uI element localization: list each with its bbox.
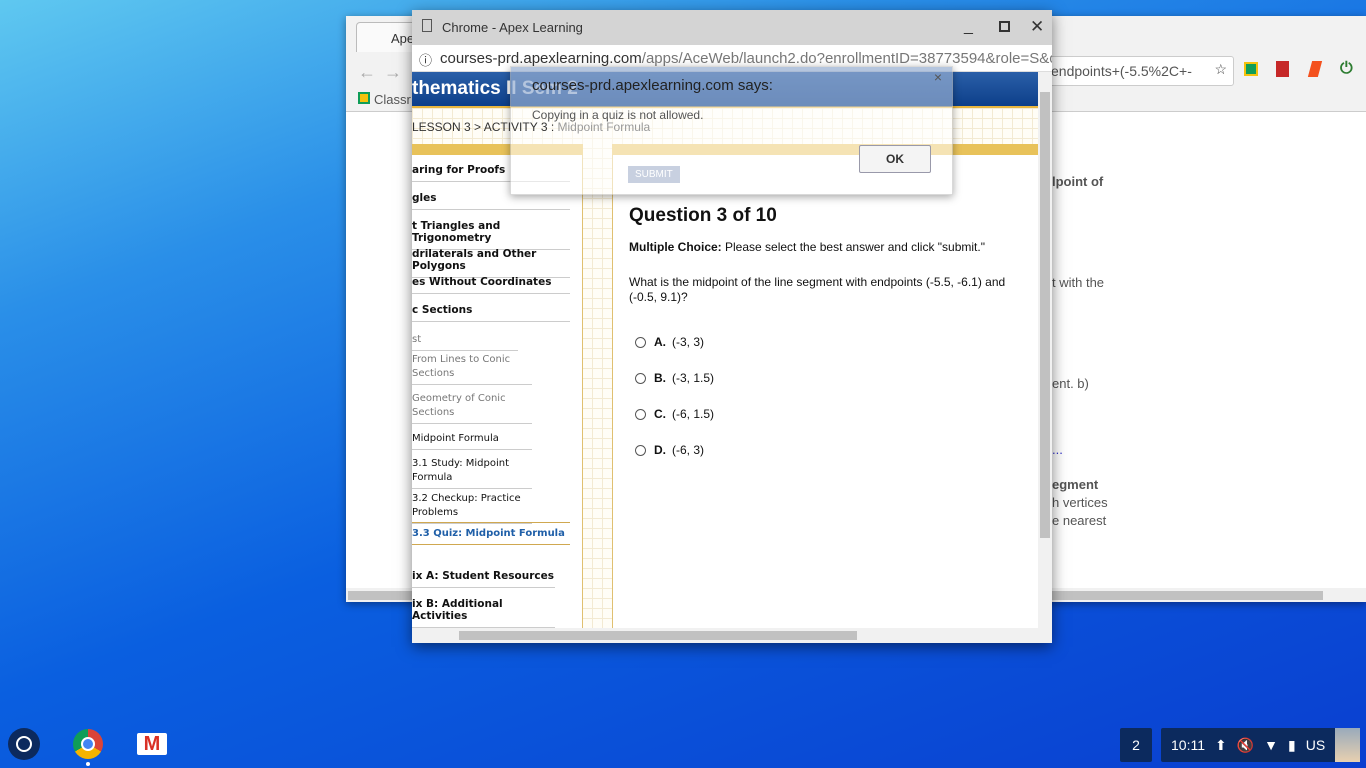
option-b[interactable]: B. (-3, 1.5): [635, 371, 714, 385]
page-text: h vertices: [1052, 495, 1108, 510]
radio-button[interactable]: [635, 372, 646, 384]
power-extension-icon[interactable]: ⏻: [1340, 60, 1353, 78]
forward-button[interactable]: →: [384, 62, 402, 83]
wifi-icon: ▼: [1264, 737, 1279, 753]
nav-appendix[interactable]: ix A: Student Resources: [412, 570, 555, 588]
title-bar: Chrome - Apex Learning _ ✕: [412, 10, 1052, 45]
course-nav: aring for Proofs gles t Triangles and Tr…: [412, 155, 583, 628]
nav-lesson[interactable]: st: [412, 333, 518, 351]
question-text: What is the midpoint of the line segment…: [629, 275, 1006, 304]
nav-unit[interactable]: es Without Coordinates: [412, 276, 570, 294]
nav-activity-current[interactable]: 3.3 Quiz: Midpoint Formula: [412, 522, 570, 545]
submit-button[interactable]: SUBMIT: [628, 166, 680, 183]
chrome-icon[interactable]: [73, 729, 103, 759]
radio-button[interactable]: [635, 408, 646, 420]
close-button[interactable]: ✕: [1030, 17, 1044, 37]
page-icon: [422, 19, 432, 32]
desk-count[interactable]: 2: [1120, 728, 1152, 762]
instructions: Multiple Choice: Please select the best …: [629, 240, 985, 254]
nav-unit[interactable]: drilaterals and Other Polygons: [412, 248, 570, 278]
avatar: [1335, 728, 1360, 762]
question-title: Question 3 of 10: [629, 205, 777, 226]
page-text: t with the: [1052, 275, 1105, 290]
star-icon[interactable]: ☆: [1214, 61, 1227, 78]
nav-activity[interactable]: 3.1 Study: Midpoint Formula: [412, 457, 532, 489]
minimize-button[interactable]: _: [964, 18, 973, 36]
nav-lesson[interactable]: Midpoint Formula: [412, 432, 532, 450]
nav-unit[interactable]: t Triangles and Trigonometry: [412, 220, 570, 250]
omnibox[interactable]: endpoints+(-5.5%2C+- ☆: [1046, 56, 1234, 86]
radio-button[interactable]: [635, 336, 646, 348]
vertical-scrollbar[interactable]: [1038, 72, 1052, 628]
running-indicator: [86, 762, 90, 766]
mute-icon: 🔇: [1236, 736, 1255, 753]
bookmark-classroom[interactable]: Classr: [358, 92, 411, 107]
nav-appendix[interactable]: ix B: Additional Activities: [412, 598, 555, 628]
maximize-button[interactable]: [999, 21, 1010, 32]
nav-lesson[interactable]: From Lines to Conic Sections: [412, 353, 532, 385]
launcher-button[interactable]: [8, 728, 40, 760]
page-text: ent. b): [1052, 376, 1089, 391]
option-c[interactable]: C. (-6, 1.5): [635, 407, 714, 421]
bookmark-extension-icon[interactable]: [1307, 61, 1323, 77]
nav-lesson[interactable]: Geometry of Conic Sections: [412, 392, 532, 424]
dialog-title: courses-prd.apexlearning.com says:: [511, 67, 952, 107]
page-text: egment: [1052, 477, 1099, 492]
page-text: e nearest: [1052, 513, 1107, 528]
classroom-extension-icon[interactable]: [1244, 62, 1258, 76]
info-icon[interactable]: ⓘ: [419, 50, 432, 69]
option-a[interactable]: A. (-3, 3): [635, 335, 704, 349]
nav-unit[interactable]: c Sections: [412, 304, 570, 322]
locale: US: [1305, 737, 1326, 753]
horizontal-scrollbar[interactable]: [412, 628, 1052, 643]
more-link[interactable]: ...: [1052, 442, 1063, 457]
option-d[interactable]: D. (-6, 3): [635, 443, 704, 457]
ok-button[interactable]: OK: [859, 145, 931, 173]
back-button[interactable]: ←: [358, 62, 376, 83]
battery-icon: ▮: [1288, 736, 1296, 753]
page-text: lpoint of: [1052, 174, 1104, 189]
extension-icon[interactable]: [1276, 61, 1289, 77]
status-tray[interactable]: 10:11 ⬆ 🔇 ▼ ▮ US: [1161, 728, 1360, 762]
radio-button[interactable]: [635, 444, 646, 456]
update-icon: ⬆: [1215, 736, 1227, 753]
gmail-icon[interactable]: M: [137, 733, 167, 755]
nav-activity[interactable]: 3.2 Checkup: Practice Problems: [412, 492, 532, 524]
breadcrumb: LESSON 3 > ACTIVITY 3 : Midpoint Formula: [412, 120, 651, 134]
dialog-close-button[interactable]: ×: [934, 69, 942, 85]
quiz-panel: Question 3 of 10 Multiple Choice: Please…: [612, 155, 1038, 628]
clock: 10:11: [1171, 737, 1205, 753]
